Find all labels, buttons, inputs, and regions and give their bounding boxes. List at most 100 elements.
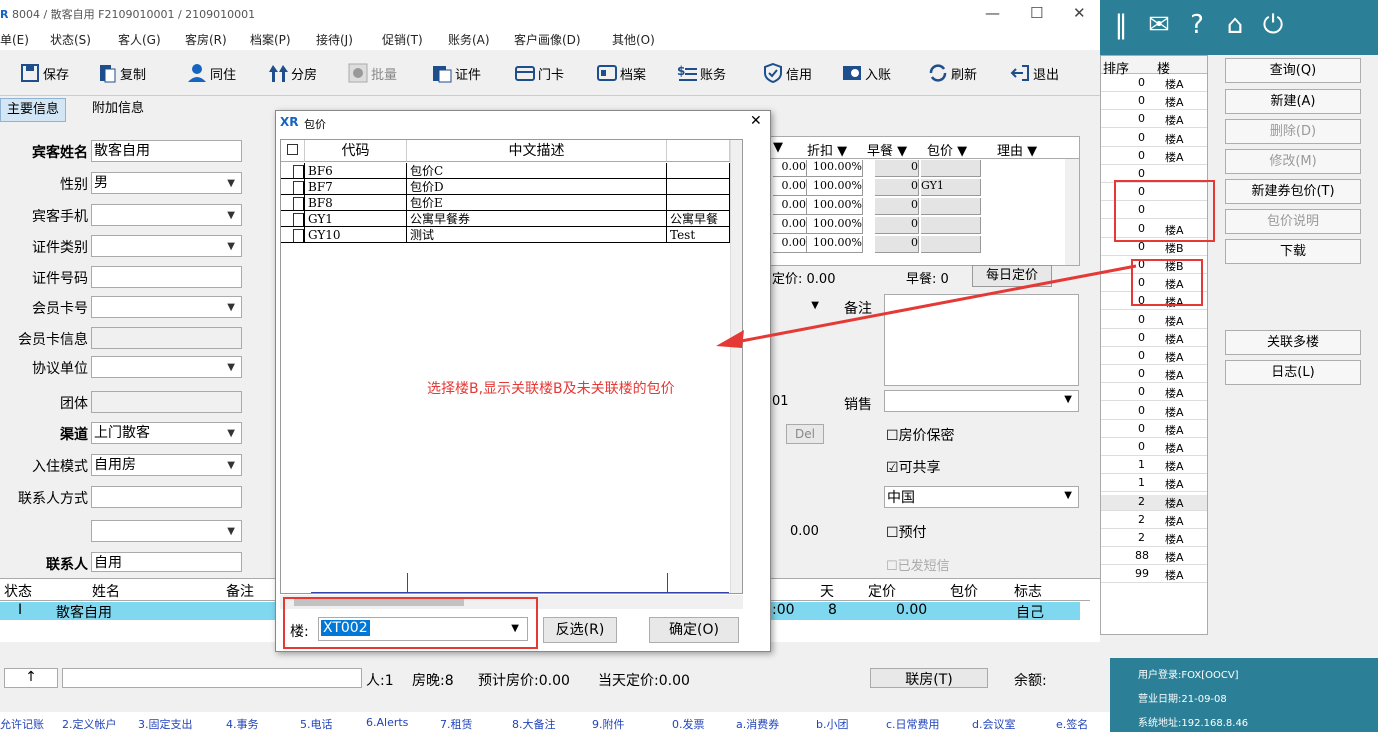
certificate-button[interactable]: 证件 [432, 60, 481, 86]
grid-row[interactable]: 2 楼A [1101, 513, 1207, 529]
package-table[interactable]: 代码 中文描述 BF6 包价C BF7 包价D BF8 包价E GY1 公寓早餐券 公寓早餐 GY… [280, 139, 743, 594]
menu-item[interactable]: 其他(O) [612, 31, 655, 48]
query-button[interactable]: 查询(Q) [1225, 58, 1361, 83]
bottom-tab[interactable]: a.消费券 [736, 716, 779, 732]
prepay-checkbox[interactable]: ☐预付 [886, 522, 927, 542]
bottom-tab[interactable]: 4.事务 [226, 716, 259, 732]
package-row[interactable]: GY1 公寓早餐券 公寓早餐 [281, 211, 742, 227]
new-package-button[interactable]: 新建券包价(T) [1225, 179, 1361, 204]
grid-row[interactable]: 0 楼B [1101, 240, 1207, 256]
cohabit-button[interactable]: 同住 [187, 60, 236, 86]
tab-main-info[interactable]: 主要信息 [0, 98, 67, 122]
package-row[interactable]: GY10 测试 Test [281, 227, 742, 243]
bottom-tab[interactable]: 6.Alerts [366, 716, 408, 729]
mail-icon[interactable]: ✉ [1142, 8, 1176, 42]
post-entry-button[interactable]: 入账 [842, 60, 891, 86]
account-button[interactable]: $ 账务 [677, 60, 726, 86]
invert-select-button[interactable]: 反选(R) [543, 617, 617, 643]
archive-button[interactable]: 档案 [597, 60, 646, 86]
rate-row[interactable]: 0.00 100.00% 0 [771, 198, 1061, 216]
bottom-tab[interactable]: 9.附件 [592, 716, 625, 732]
maximize-button[interactable]: ☐ [1030, 4, 1043, 22]
grid-row[interactable]: 0 楼A [1101, 94, 1207, 111]
split-room-button[interactable]: 分房 [268, 60, 317, 86]
grid-row[interactable]: 0 楼A [1101, 149, 1207, 165]
delete-button[interactable]: 删除(D) [1225, 119, 1361, 144]
bottom-tab[interactable]: 2.定义帐户 [62, 716, 117, 732]
idtype-select[interactable]: ▼ [91, 235, 242, 257]
modify-button[interactable]: 修改(M) [1225, 149, 1361, 174]
grid-row[interactable]: 0 楼A [1101, 440, 1207, 456]
door-card-button[interactable]: 门卡 [515, 60, 564, 86]
table-vertical-scrollbar[interactable] [730, 140, 742, 593]
grid-row[interactable]: 0 楼A [1101, 367, 1207, 384]
delete-small-button[interactable]: Del [786, 424, 824, 444]
contact-method-input[interactable] [91, 486, 242, 508]
package-row[interactable]: BF7 包价D [281, 179, 742, 195]
package-row[interactable]: BF8 包价E [281, 195, 742, 211]
select-all-checkbox[interactable] [281, 140, 305, 162]
batch-button[interactable]: 批量 [348, 60, 397, 86]
bottom-tab[interactable]: 3.固定支出 [138, 716, 193, 732]
menu-item[interactable]: 账务(A) [448, 31, 490, 48]
menu-item[interactable]: 档案(P) [250, 31, 291, 48]
grid-row[interactable]: 0 楼A [1101, 422, 1207, 438]
new-button[interactable]: 新建(A) [1225, 89, 1361, 114]
row-checkbox[interactable] [281, 227, 305, 243]
idno-input[interactable] [91, 266, 242, 288]
help-icon[interactable]: ? [1180, 8, 1214, 42]
row-checkbox[interactable] [281, 163, 305, 179]
bottom-tab[interactable]: e.签名 [1056, 716, 1088, 732]
menu-item[interactable]: 单(E) [0, 31, 29, 48]
bottom-tab[interactable]: 0.发票 [672, 716, 705, 732]
agreement-select[interactable]: ▼ [91, 356, 242, 378]
up-button[interactable]: ↑ [4, 668, 58, 688]
package-row[interactable]: BF6 包价C [281, 163, 742, 179]
tab-extra-info[interactable]: 附加信息 [86, 98, 150, 122]
country-select[interactable]: 中国 ▼ [884, 486, 1079, 508]
download-button[interactable]: 下载 [1225, 239, 1361, 264]
contact-person-input[interactable]: 自用 [91, 552, 242, 572]
copy-button[interactable]: 复制 [97, 60, 146, 86]
menu-item[interactable]: 客人(G) [118, 31, 161, 48]
home-icon[interactable]: ⌂ [1218, 8, 1252, 42]
close-button[interactable]: ✕ [1073, 4, 1086, 22]
log-button[interactable]: 日志(L) [1225, 360, 1361, 385]
minimize-button[interactable]: — [985, 4, 1000, 22]
grid-row[interactable]: 0 楼A [1101, 404, 1207, 420]
sales-select[interactable]: ▼ [884, 390, 1079, 412]
rate-row[interactable]: 0.00 100.00% 0 GY1 [771, 179, 1061, 197]
menu-item[interactable]: 客房(R) [185, 31, 227, 48]
grid-row[interactable]: 0 楼A [1101, 76, 1207, 92]
rate-row[interactable]: 0.00 100.00% 0 [771, 236, 1061, 254]
bottom-tab[interactable]: c.日常费用 [886, 716, 940, 732]
channel-select[interactable]: 上门散客 ▼ [91, 422, 242, 444]
bottom-tab[interactable]: b.小团 [816, 716, 848, 732]
ok-button[interactable]: 确定(O) [649, 617, 739, 643]
grid-row[interactable]: 1 楼A [1101, 476, 1207, 493]
grid-row[interactable]: 0 楼A [1101, 112, 1207, 129]
summary-input[interactable] [62, 668, 362, 688]
grid-row[interactable]: 99 楼A [1101, 567, 1207, 584]
price-secret-checkbox[interactable]: ☐房价保密 [886, 425, 955, 445]
credit-button[interactable]: 信用 [763, 60, 812, 86]
guest-name-input[interactable]: 散客自用 [91, 140, 242, 162]
bottom-tab[interactable]: d.会议室 [972, 716, 1015, 732]
bottom-tab[interactable]: 允许记账 [0, 716, 44, 732]
grid-row[interactable]: 0 楼A [1101, 131, 1207, 147]
grid-row[interactable]: 2 楼A [1101, 531, 1207, 547]
package-desc-button[interactable]: 包价说明 [1225, 209, 1361, 234]
row-checkbox[interactable] [281, 179, 305, 195]
rate-row[interactable]: 0.00 100.00% 0 [771, 160, 1061, 178]
menu-item[interactable]: 接待(J) [316, 31, 353, 48]
contact-extra-select[interactable]: ▼ [91, 520, 242, 542]
exit-button[interactable]: 退出 [1010, 60, 1059, 86]
grid-row[interactable]: 88 楼A [1101, 549, 1207, 566]
shareable-checkbox[interactable]: ☑可共享 [886, 457, 941, 477]
link-room-button[interactable]: 联房(T) [870, 668, 988, 688]
bottom-tab[interactable]: 7.租赁 [440, 716, 473, 732]
rate-row[interactable]: 0.00 100.00% 0 [771, 217, 1061, 235]
grid-row[interactable]: 0 楼A [1101, 385, 1207, 402]
row-checkbox[interactable] [281, 211, 305, 227]
menu-item[interactable]: 客户画像(D) [514, 31, 581, 48]
